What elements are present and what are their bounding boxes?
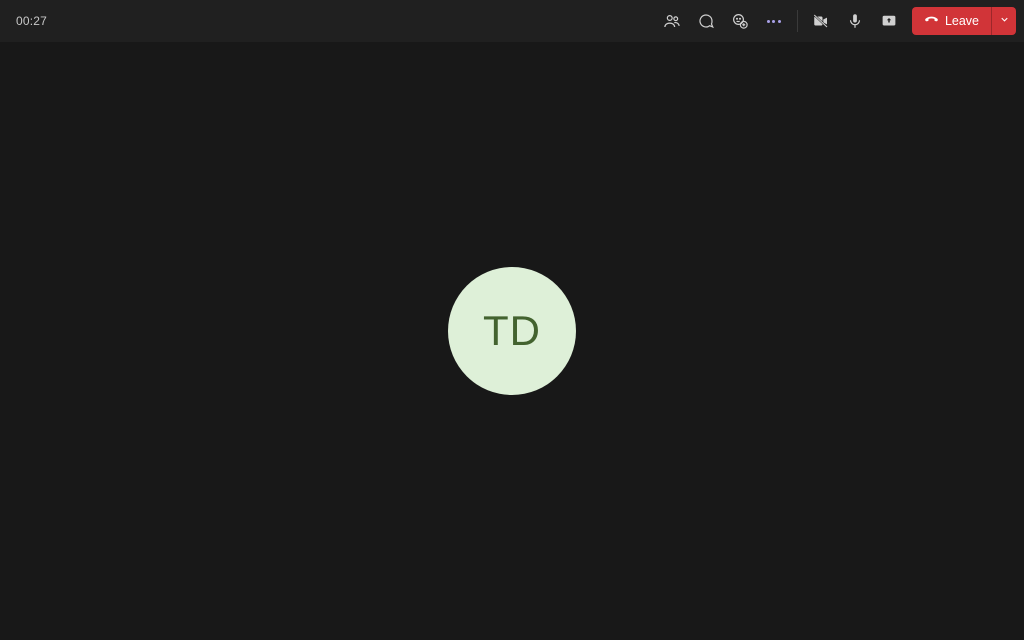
- toolbar-separator: [797, 10, 798, 32]
- microphone-toggle-button[interactable]: [839, 5, 871, 37]
- reactions-icon: [731, 12, 749, 30]
- share-screen-icon: [880, 12, 898, 30]
- microphone-icon: [846, 12, 864, 30]
- share-screen-button[interactable]: [873, 5, 905, 37]
- camera-off-icon: [812, 12, 830, 30]
- more-actions-button[interactable]: [758, 5, 790, 37]
- camera-toggle-button[interactable]: [805, 5, 837, 37]
- people-button[interactable]: [656, 5, 688, 37]
- avatar-initials: TD: [483, 307, 541, 355]
- reactions-button[interactable]: [724, 5, 756, 37]
- participant-avatar: TD: [448, 267, 576, 395]
- people-icon: [663, 12, 681, 30]
- leave-options-button[interactable]: [991, 7, 1016, 35]
- more-actions-icon: [767, 20, 781, 23]
- leave-button-group: Leave: [912, 7, 1016, 35]
- hangup-icon: [924, 12, 939, 30]
- meeting-stage: TD: [0, 42, 1024, 640]
- leave-button-label: Leave: [945, 14, 979, 28]
- meeting-top-bar: 00:27: [0, 0, 1024, 42]
- chat-button[interactable]: [690, 5, 722, 37]
- leave-button[interactable]: Leave: [912, 7, 991, 35]
- chat-icon: [697, 12, 715, 30]
- call-timer: 00:27: [16, 14, 47, 28]
- chevron-down-icon: [999, 12, 1010, 30]
